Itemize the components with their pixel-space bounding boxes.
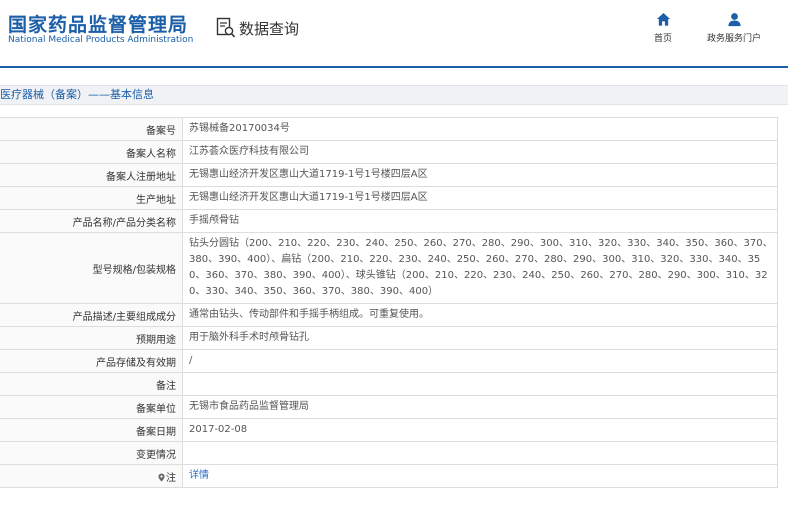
field-value bbox=[182, 372, 778, 396]
field-label: 备案人名称 bbox=[0, 140, 183, 164]
field-value: 无锡惠山经济开发区惠山大道1719-1号1号楼四层A区 bbox=[182, 163, 778, 187]
field-label: 变更情况 bbox=[0, 441, 183, 465]
field-value: 江苏荟众医疗科技有限公司 bbox=[182, 140, 778, 164]
field-value: 无锡惠山经济开发区惠山大道1719-1号1号楼四层A区 bbox=[182, 186, 778, 210]
field-label: 注 bbox=[166, 472, 176, 484]
table-row: 备案人注册地址 无锡惠山经济开发区惠山大道1719-1号1号楼四层A区 bbox=[0, 163, 778, 187]
nav-home[interactable]: 首页 bbox=[648, 12, 678, 44]
table-row: 产品存储及有效期 / bbox=[0, 349, 778, 373]
field-label: 备案日期 bbox=[0, 418, 183, 442]
table-row: 注 详情 bbox=[0, 464, 778, 488]
data-query-label: 数据查询 bbox=[239, 19, 300, 38]
table-row: 备案人名称 江苏荟众医疗科技有限公司 bbox=[0, 140, 778, 164]
field-label: 型号规格/包装规格 bbox=[0, 232, 183, 304]
nav-portal-label: 政务服务门户 bbox=[706, 34, 761, 44]
table-row: 备案日期 2017-02-08 bbox=[0, 418, 778, 442]
site-header: 国家药品监督管理局 National Medical Products Admi… bbox=[0, 0, 788, 66]
table-row: 产品名称/产品分类名称 手摇颅骨钻 bbox=[0, 209, 778, 233]
field-label: 备注 bbox=[0, 372, 183, 396]
site-logo-subtitle[interactable]: National Medical Products Administration bbox=[8, 35, 193, 45]
nav-home-label: 首页 bbox=[653, 34, 672, 44]
table-row: 变更情况 bbox=[0, 441, 778, 465]
field-value: 用于脑外科手术时颅骨钻孔 bbox=[182, 326, 778, 350]
table-row: 生产地址 无锡惠山经济开发区惠山大道1719-1号1号楼四层A区 bbox=[0, 186, 778, 210]
field-label: 备案人注册地址 bbox=[0, 163, 183, 187]
field-value: 苏锡械备20170034号 bbox=[182, 117, 778, 141]
field-value: 无锡市食品药品监督管理局 bbox=[182, 395, 778, 419]
home-icon bbox=[656, 12, 670, 26]
data-query-link[interactable]: 数据查询 bbox=[216, 16, 299, 40]
field-value: 手摇颅骨钻 bbox=[182, 209, 778, 233]
details-link[interactable]: 详情 bbox=[189, 470, 209, 481]
field-value: 2017-02-08 bbox=[182, 418, 778, 442]
record-info-table: 备案号 苏锡械备20170034号 备案人名称 江苏荟众医疗科技有限公司 备案人… bbox=[0, 117, 778, 488]
document-search-icon bbox=[216, 17, 236, 38]
location-pin-icon bbox=[158, 473, 165, 481]
field-label: 产品存储及有效期 bbox=[0, 349, 183, 373]
table-row: 备案单位 无锡市食品药品监督管理局 bbox=[0, 395, 778, 419]
field-label: 生产地址 bbox=[0, 186, 183, 210]
table-row: 备注 bbox=[0, 372, 778, 396]
field-label: 产品名称/产品分类名称 bbox=[0, 209, 183, 233]
note-value-cell: 详情 bbox=[182, 464, 778, 488]
field-label: 预期用途 bbox=[0, 326, 183, 350]
field-label: 备案单位 bbox=[0, 395, 183, 419]
header-divider bbox=[0, 66, 788, 68]
field-label: 产品描述/主要组成成分 bbox=[0, 303, 183, 327]
note-label-cell: 注 bbox=[0, 464, 183, 488]
table-row: 备案号 苏锡械备20170034号 bbox=[0, 117, 778, 141]
table-row: 预期用途 用于脑外科手术时颅骨钻孔 bbox=[0, 326, 778, 350]
nav-government-service-portal[interactable]: 政务服务门户 bbox=[700, 12, 768, 44]
user-icon bbox=[727, 13, 741, 27]
site-logo-title[interactable]: 国家药品监督管理局 bbox=[8, 10, 188, 37]
field-value: 钻头分圆钻（200、210、220、230、240、250、260、270、28… bbox=[182, 232, 778, 304]
field-value bbox=[182, 441, 778, 465]
field-label: 备案号 bbox=[0, 117, 183, 141]
table-row: 产品描述/主要组成成分 通常由钻头、传动部件和手摇手柄组成。可重复使用。 bbox=[0, 303, 778, 327]
field-value: 通常由钻头、传动部件和手摇手柄组成。可重复使用。 bbox=[182, 303, 778, 327]
table-row: 型号规格/包装规格 钻头分圆钻（200、210、220、230、240、250、… bbox=[0, 232, 778, 304]
field-value: / bbox=[182, 349, 778, 373]
section-title: 医疗器械（备案）——基本信息 bbox=[0, 85, 788, 105]
